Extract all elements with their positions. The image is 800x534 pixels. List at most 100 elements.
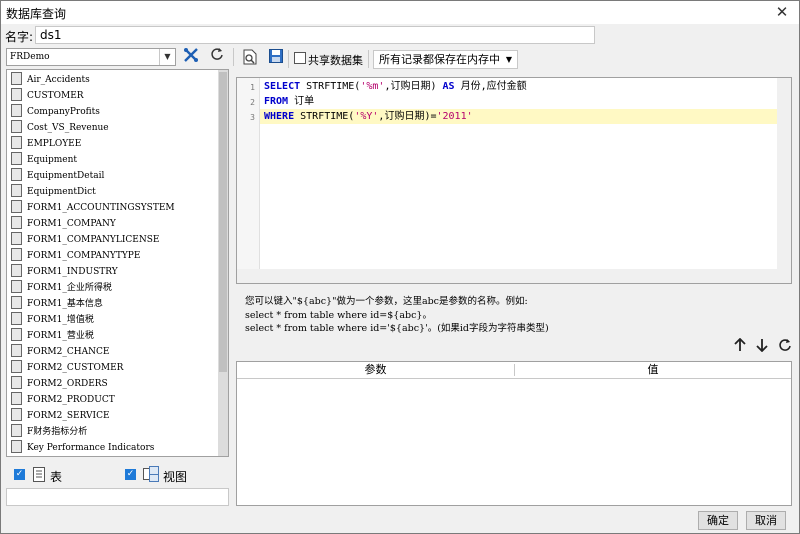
table-icon (11, 88, 22, 101)
table-icon (11, 376, 22, 389)
table-icon (11, 312, 22, 325)
table-list-item[interactable]: EMPLOYEE (11, 136, 81, 152)
table-list-item[interactable]: CompanyProfits (11, 104, 100, 120)
table-name: FORM1_INDUSTRY (27, 267, 118, 277)
table-icon (11, 232, 22, 245)
table-name: Cost_VS_Revenue (27, 123, 109, 133)
share-dataset-label: 共享数据集 (308, 54, 363, 67)
storage-mode-select[interactable]: 所有记录都保存在内存中 (373, 50, 518, 69)
table-list-item[interactable]: FORM1_增值税 (11, 312, 94, 328)
table-name: FORM1_COMPANYLICENSE (27, 235, 160, 245)
table-name: FORM1_COMPANYTYPE (27, 251, 141, 261)
table-list-item[interactable]: FORM2_CUSTOMER (11, 360, 123, 376)
table-list-item[interactable]: FORM2_SERVICE (11, 408, 110, 424)
name-input[interactable]: ds1 (35, 26, 595, 44)
table-list-item[interactable]: Cost_VS_Revenue (11, 120, 109, 136)
table-icon (11, 360, 22, 373)
table-list-item[interactable]: FORM1_INDUSTRY (11, 264, 118, 280)
table-icon (33, 467, 45, 485)
code-line-1: SELECT STRFTIME('%m',订购日期) AS 月份,应付金额 (264, 81, 527, 92)
parameters-table-header: 参数 值 (237, 362, 791, 379)
table-list-item[interactable]: Air_Accidents (11, 72, 90, 88)
table-icon (11, 408, 22, 421)
table-list-item[interactable]: FORM2_ORDERS (11, 376, 108, 392)
table-name: FORM1_ACCOUNTINGSYSTEM (27, 203, 175, 213)
show-views-checkbox[interactable]: ✓ (125, 469, 136, 480)
table-icon (11, 104, 22, 117)
table-icon (11, 280, 22, 293)
chevron-down-icon[interactable]: ▼ (501, 51, 517, 68)
table-list-item[interactable]: FORM2_PRODUCT (11, 392, 115, 408)
help-text-line-2: select * from table where id=${abc}。 (245, 310, 432, 321)
table-list-item[interactable]: Equipment (11, 152, 77, 168)
table-name: EquipmentDict (27, 187, 96, 197)
table-list-item[interactable]: FORM1_基本信息 (11, 296, 103, 312)
connection-settings-icon[interactable] (181, 47, 201, 67)
table-name: FORM1_基本信息 (27, 299, 103, 309)
table-name: FORM1_企业所得税 (27, 283, 112, 293)
move-down-icon[interactable] (752, 338, 772, 358)
table-list-item[interactable]: FORM1_COMPANYTYPE (11, 248, 140, 264)
table-name: FORM2_SERVICE (27, 411, 110, 421)
table-name: FORM2_CHANCE (27, 347, 110, 357)
table-list-item[interactable]: CUSTOMER (11, 88, 84, 104)
table-name: FORM1_COMPANY (27, 219, 116, 229)
table-list-item[interactable]: FORM1_企业所得税 (11, 280, 112, 296)
line-number: 3 (250, 113, 255, 122)
table-list-item[interactable]: FORM2_CHANCE (11, 344, 109, 360)
table-icon (11, 248, 22, 261)
table-list[interactable]: Air_Accidents CUSTOMER CompanyProfits Cost_… (6, 69, 229, 457)
table-filter-input[interactable] (6, 488, 229, 506)
ok-button[interactable]: 确定 (698, 511, 738, 530)
editor-vertical-scrollbar[interactable] (777, 78, 791, 283)
table-name: F财务指标分析 (27, 427, 88, 437)
cancel-button[interactable]: 取消 (746, 511, 786, 530)
table-icon (11, 296, 22, 309)
show-tables-label: 表 (50, 470, 63, 484)
line-number: 1 (250, 83, 255, 92)
table-list-item[interactable]: FORM1_ACCOUNTINGSYSTEM (11, 200, 175, 216)
window-title: 数据库查询 (6, 7, 67, 21)
table-list-item[interactable]: F财务指标分析 (11, 424, 87, 440)
table-list-item[interactable]: FORM1_营业税 (11, 328, 94, 344)
toolbar-separator (288, 50, 289, 68)
help-text-line-1: 您可以键入"${abc}"做为一个参数，这里abc是参数的名称。例如: (245, 296, 528, 307)
line-number: 2 (250, 98, 255, 107)
save-icon[interactable] (266, 49, 286, 69)
database-select[interactable]: FRDemo (6, 48, 176, 66)
table-list-item[interactable]: FORM1_COMPANYLICENSE (11, 232, 159, 248)
code-line-3: WHERE STRFTIME('%Y',订购日期)='2011' (264, 111, 473, 122)
close-button[interactable]: ✕ (772, 2, 792, 22)
name-label: 名字: (5, 30, 34, 44)
share-dataset-checkbox[interactable] (294, 52, 306, 64)
table-icon (11, 216, 22, 229)
preview-icon[interactable] (240, 49, 260, 69)
table-icon (11, 72, 22, 85)
sql-editor[interactable]: 1 2 3 SELECT STRFTIME('%m',订购日期) AS 月份,应… (236, 77, 792, 284)
table-list-scrollbar[interactable] (218, 70, 228, 456)
table-list-item[interactable]: EquipmentDict (11, 184, 96, 200)
table-name: Air_Accidents (27, 75, 90, 85)
table-list-item[interactable]: Key Performance Indicators (11, 440, 154, 456)
table-icon (11, 328, 22, 341)
table-name: FORM2_ORDERS (27, 379, 108, 389)
table-name: FORM2_CUSTOMER (27, 363, 124, 373)
show-tables-checkbox[interactable]: ✓ (14, 469, 25, 480)
editor-horizontal-scrollbar[interactable] (237, 269, 791, 283)
toolbar-separator (368, 50, 369, 68)
table-list-item[interactable]: EquipmentDetail (11, 168, 104, 184)
refresh-params-icon[interactable] (775, 338, 795, 358)
table-icon (11, 392, 22, 405)
table-name: Key Performance Indicators (27, 443, 155, 453)
line-number-gutter: 1 2 3 (237, 78, 260, 283)
table-icon (11, 184, 22, 197)
table-icon (11, 264, 22, 277)
table-name: EMPLOYEE (27, 139, 82, 149)
view-icon (143, 466, 159, 485)
parameters-table[interactable]: 参数 值 (236, 361, 792, 506)
chevron-down-icon[interactable]: ▼ (159, 49, 175, 65)
move-up-icon[interactable] (730, 337, 750, 358)
refresh-icon[interactable] (207, 47, 227, 67)
help-text-line-3: select * from table where id='${abc}'。(如… (245, 323, 549, 334)
table-list-item[interactable]: FORM1_COMPANY (11, 216, 116, 232)
